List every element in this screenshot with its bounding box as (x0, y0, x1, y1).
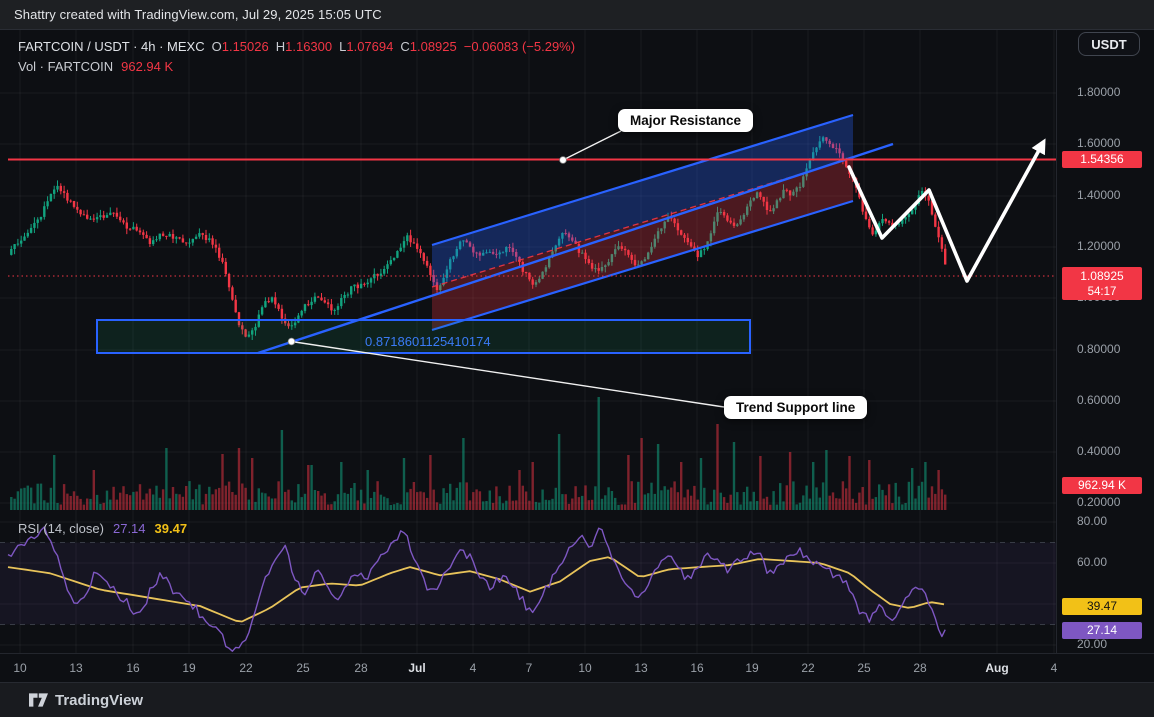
rsi-axis-label: 27.14 (1062, 622, 1142, 639)
rsi-ma-axis-label: 39.47 (1062, 598, 1142, 615)
time-tick-label: 22 (786, 661, 830, 675)
time-tick-label: 13 (54, 661, 98, 675)
tradingview-logo-icon[interactable] (29, 693, 48, 707)
open-value: 1.15026 (222, 39, 269, 54)
time-tick-label: 4 (1032, 661, 1076, 675)
price-axis[interactable]: 1.54356 1.08925 54:17 962.94 K 39.47 27.… (1056, 30, 1154, 653)
trend-support-callout[interactable]: Trend Support line (724, 396, 867, 419)
open-label: O (212, 39, 222, 54)
chart-canvas[interactable] (0, 0, 1154, 717)
volume-value: 962.94 K (121, 59, 173, 74)
close-label: C (400, 39, 409, 54)
price-tick-label: 1.60000 (1077, 136, 1120, 150)
time-tick-label: 4 (451, 661, 495, 675)
support-rect-price-label: 0.8718601125410174 (365, 334, 491, 349)
close-value: 1.08925 (410, 39, 457, 54)
attribution-text: Shattry created with TradingView.com, Ju… (14, 7, 382, 22)
major-resistance-callout[interactable]: Major Resistance (618, 109, 753, 132)
time-tick-label: 10 (0, 661, 42, 675)
time-tick-label: Jul (395, 661, 439, 675)
price-tick-label: 1.20000 (1077, 239, 1120, 253)
high-value: 1.16300 (285, 39, 332, 54)
tradingview-brand-text[interactable]: TradingView (55, 692, 143, 709)
last-price-label: 1.08925 54:17 (1062, 267, 1142, 300)
time-tick-label: 25 (842, 661, 886, 675)
price-tick-label: 1.80000 (1077, 85, 1120, 99)
volume-label[interactable]: Vol · FARTCOIN (18, 59, 113, 74)
change-value: −0.06083 (−5.29%) (464, 39, 575, 54)
last-price-value: 1.08925 (1062, 268, 1142, 284)
volume-axis-label: 962.94 K (1062, 477, 1142, 494)
time-tick-label: 28 (898, 661, 942, 675)
time-tick-label: 22 (224, 661, 268, 675)
legend-row-ohlc: FARTCOIN / USDT · 4h · MEXC O1.15026 H1.… (18, 36, 575, 56)
currency-toggle-button[interactable]: USDT (1078, 32, 1140, 56)
price-tick-label: 1.40000 (1077, 188, 1120, 202)
time-tick-label: Aug (975, 661, 1019, 675)
time-tick-label: 19 (167, 661, 211, 675)
legend-row-volume: Vol · FARTCOIN 962.94 K (18, 56, 575, 76)
time-axis[interactable]: 10131619222528Jul4710131619222528Aug4 (0, 653, 1154, 682)
resistance-price-label: 1.54356 (1062, 151, 1142, 168)
price-tick-label: 0.60000 (1077, 393, 1120, 407)
price-tick-label: 80.00 (1077, 514, 1107, 528)
symbol-title[interactable]: FARTCOIN / USDT · 4h · MEXC (18, 39, 205, 54)
price-tick-label: 60.00 (1077, 555, 1107, 569)
price-tick-label: 0.20000 (1077, 495, 1120, 509)
tradingview-chart-window: Shattry created with TradingView.com, Ju… (0, 0, 1154, 717)
attribution-bar: Shattry created with TradingView.com, Ju… (0, 0, 1154, 30)
bar-countdown: 54:17 (1062, 284, 1142, 300)
time-tick-label: 16 (675, 661, 719, 675)
time-tick-label: 28 (339, 661, 383, 675)
rsi-ma-value: 39.47 (155, 521, 188, 536)
low-label: L (339, 39, 346, 54)
time-tick-label: 10 (563, 661, 607, 675)
rsi-legend: RSI (14, close) 27.14 39.47 (18, 521, 187, 536)
symbol-legend: FARTCOIN / USDT · 4h · MEXC O1.15026 H1.… (18, 36, 575, 76)
time-tick-label: 25 (281, 661, 325, 675)
price-tick-label: 0.80000 (1077, 342, 1120, 356)
time-tick-label: 19 (730, 661, 774, 675)
price-tick-label: 0.40000 (1077, 444, 1120, 458)
time-tick-label: 16 (111, 661, 155, 675)
time-tick-label: 7 (507, 661, 551, 675)
rsi-current-value: 27.14 (113, 521, 146, 536)
low-value: 1.07694 (346, 39, 393, 54)
rsi-title[interactable]: RSI (14, close) (18, 521, 104, 536)
footer-bar: TradingView (0, 682, 1154, 717)
high-label: H (276, 39, 285, 54)
price-tick-label: 20.00 (1077, 637, 1107, 651)
time-tick-label: 13 (619, 661, 663, 675)
